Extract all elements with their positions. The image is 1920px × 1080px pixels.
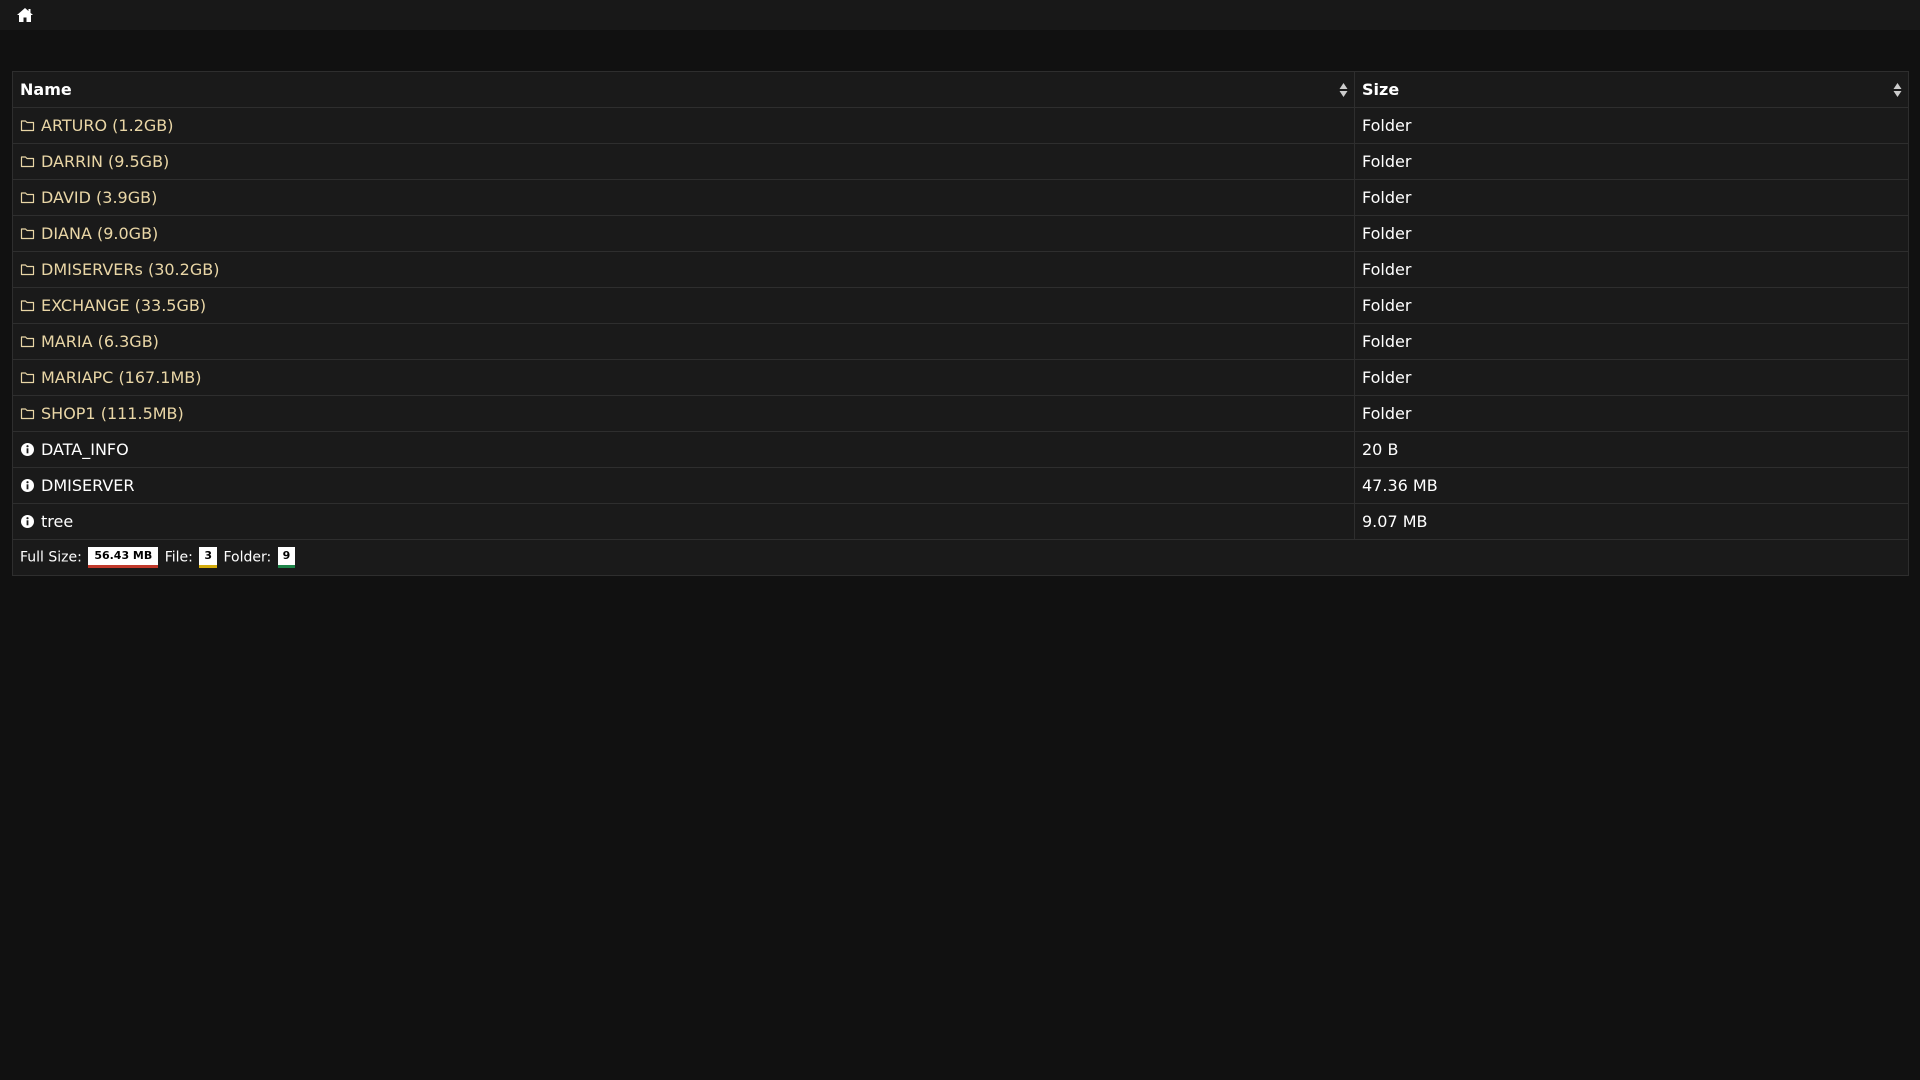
folder-link[interactable]: DARRIN (9.5GB) (41, 152, 169, 171)
column-header-label: Size (1362, 80, 1400, 99)
folder-icon[interactable] (20, 370, 35, 385)
size-cell: Folder (1354, 179, 1909, 216)
name-cell: MARIA (6.3GB) (12, 323, 1355, 360)
size-cell: Folder (1354, 287, 1909, 324)
size-cell: 20 B (1354, 431, 1909, 468)
size-cell: Folder (1354, 143, 1909, 180)
table-header-row: Name Size (12, 71, 1909, 108)
folder-icon[interactable] (20, 262, 35, 277)
name-cell: MARIAPC (167.1MB) (12, 359, 1355, 396)
full-size-label: Full Size: (20, 549, 82, 566)
folder-link[interactable]: SHOP1 (111.5MB) (41, 404, 184, 423)
size-cell: Folder (1354, 107, 1909, 144)
file-listing: Name Size ARTURO (1.2GB) Folder DARRIN (9.… (12, 71, 1909, 576)
sort-icon[interactable] (1339, 82, 1348, 98)
name-cell: SHOP1 (111.5MB) (12, 395, 1355, 432)
name-cell-content: DARRIN (9.5GB) (20, 152, 1347, 171)
folder-icon[interactable] (20, 298, 35, 313)
table-row[interactable]: EXCHANGE (33.5GB) Folder (12, 287, 1909, 324)
home-icon[interactable] (16, 6, 34, 24)
name-cell-content: DATA_INFO (20, 440, 1347, 459)
file-name: DMISERVER (41, 476, 135, 495)
table-row[interactable]: DARRIN (9.5GB) Folder (12, 143, 1909, 180)
table-row: DMISERVER 47.36 MB (12, 467, 1909, 504)
column-header-size[interactable]: Size (1354, 71, 1909, 108)
name-cell-content: DMISERVERs (30.2GB) (20, 260, 1347, 279)
table-row[interactable]: DAVID (3.9GB) Folder (12, 179, 1909, 216)
sort-icon[interactable] (1893, 82, 1902, 98)
name-cell: DARRIN (9.5GB) (12, 143, 1355, 180)
name-cell-content: SHOP1 (111.5MB) (20, 404, 1347, 423)
top-bar (0, 0, 1920, 30)
file-table: Name Size ARTURO (1.2GB) Folder DARRIN (9.… (12, 71, 1909, 576)
info-icon (20, 478, 35, 493)
folder-icon[interactable] (20, 334, 35, 349)
file-count-badge: 3 (199, 547, 217, 568)
size-cell: Folder (1354, 251, 1909, 288)
name-cell-content: ARTURO (1.2GB) (20, 116, 1347, 135)
name-cell: ARTURO (1.2GB) (12, 107, 1355, 144)
table-row[interactable]: SHOP1 (111.5MB) Folder (12, 395, 1909, 432)
size-cell: Folder (1354, 395, 1909, 432)
name-cell-content: MARIA (6.3GB) (20, 332, 1347, 351)
folder-link[interactable]: DAVID (3.9GB) (41, 188, 157, 207)
info-icon (20, 514, 35, 529)
summary-row: Full Size: 56.43 MB File: 3 Folder: 9 (12, 539, 1909, 576)
folder-icon[interactable] (20, 154, 35, 169)
file-name: tree (41, 512, 74, 531)
size-cell: 47.36 MB (1354, 467, 1909, 504)
name-cell-content: EXCHANGE (33.5GB) (20, 296, 1347, 315)
folder-icon[interactable] (20, 190, 35, 205)
table-row[interactable]: ARTURO (1.2GB) Folder (12, 107, 1909, 144)
column-header-name[interactable]: Name (12, 71, 1355, 108)
column-header-label: Name (20, 80, 72, 99)
folder-link[interactable]: DMISERVERs (30.2GB) (41, 260, 219, 279)
name-cell: tree (12, 503, 1355, 540)
table-row: tree 9.07 MB (12, 503, 1909, 540)
summary-cell: Full Size: 56.43 MB File: 3 Folder: 9 (12, 539, 1909, 576)
name-cell: DAVID (3.9GB) (12, 179, 1355, 216)
name-cell-content: DIANA (9.0GB) (20, 224, 1347, 243)
name-cell-content: MARIAPC (167.1MB) (20, 368, 1347, 387)
full-size-badge: 56.43 MB (88, 547, 159, 568)
folder-count-badge: 9 (277, 547, 296, 568)
info-icon (20, 442, 35, 457)
name-cell-content: DMISERVER (20, 476, 1347, 495)
folder-icon[interactable] (20, 406, 35, 421)
size-cell: Folder (1354, 359, 1909, 396)
folder-icon[interactable] (20, 118, 35, 133)
folder-link[interactable]: DIANA (9.0GB) (41, 224, 158, 243)
size-cell: Folder (1354, 215, 1909, 252)
table-row: DATA_INFO 20 B (12, 431, 1909, 468)
table-row[interactable]: MARIA (6.3GB) Folder (12, 323, 1909, 360)
table-row[interactable]: DIANA (9.0GB) Folder (12, 215, 1909, 252)
name-cell: DIANA (9.0GB) (12, 215, 1355, 252)
folder-link[interactable]: EXCHANGE (33.5GB) (41, 296, 206, 315)
size-cell: Folder (1354, 323, 1909, 360)
name-cell: DATA_INFO (12, 431, 1355, 468)
name-cell: DMISERVER (12, 467, 1355, 504)
file-count-label: File: (164, 549, 193, 566)
folder-link[interactable]: MARIA (6.3GB) (41, 332, 159, 351)
folder-count-label: Folder: (223, 549, 272, 566)
name-cell-content: DAVID (3.9GB) (20, 188, 1347, 207)
name-cell: EXCHANGE (33.5GB) (12, 287, 1355, 324)
name-cell: DMISERVERs (30.2GB) (12, 251, 1355, 288)
folder-link[interactable]: MARIAPC (167.1MB) (41, 368, 202, 387)
name-cell-content: tree (20, 512, 1347, 531)
table-row[interactable]: MARIAPC (167.1MB) Folder (12, 359, 1909, 396)
size-cell: 9.07 MB (1354, 503, 1909, 540)
folder-link[interactable]: ARTURO (1.2GB) (41, 116, 173, 135)
table-row[interactable]: DMISERVERs (30.2GB) Folder (12, 251, 1909, 288)
folder-icon[interactable] (20, 226, 35, 241)
file-name: DATA_INFO (41, 440, 129, 459)
